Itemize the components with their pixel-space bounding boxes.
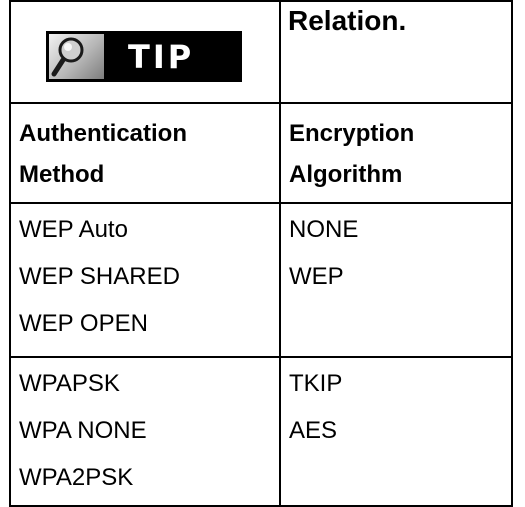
column-header-line: Encryption (289, 120, 415, 147)
relation-title-cell: Relation. (279, 0, 513, 104)
relation-title: Relation. (288, 5, 407, 36)
column-header-line: Algorithm (289, 161, 403, 188)
table-row: WEP Auto WEP SHARED WEP OPEN NONE WEP (9, 202, 513, 358)
algorithm-list: TKIP AES (279, 356, 513, 507)
column-header-line: Authentication (19, 120, 187, 147)
column-header-line: Method (19, 161, 105, 188)
list-item: WEP SHARED (19, 263, 180, 290)
list-item: WPAPSK (19, 370, 120, 397)
tip-badge: TIP (46, 31, 242, 82)
tip-label: TIP (128, 38, 195, 76)
list-item: WEP (289, 263, 344, 290)
column-header-row: Authentication Method Encryption Algorit… (9, 102, 513, 204)
list-item: AES (289, 417, 338, 444)
list-item: WPA NONE (19, 417, 147, 444)
magnifier-icon (49, 34, 104, 79)
list-item: NONE (289, 216, 359, 243)
list-item: WEP OPEN (19, 310, 148, 337)
method-list: WEP Auto WEP SHARED WEP OPEN (9, 202, 281, 358)
relation-table: TIP Relation. Authentication Method Encr… (9, 0, 513, 507)
list-item: WEP Auto (19, 216, 128, 243)
list-item: WPA2PSK (19, 464, 134, 491)
list-item: TKIP (289, 370, 343, 397)
table-header-row: TIP Relation. (9, 0, 513, 104)
encryption-algorithm-header: Encryption Algorithm (279, 102, 513, 204)
tip-cell: TIP (9, 0, 281, 104)
algorithm-list: NONE WEP (279, 202, 513, 358)
method-list: WPAPSK WPA NONE WPA2PSK (9, 356, 281, 507)
magnifier-icon-graphic (51, 37, 84, 77)
authentication-method-header: Authentication Method (9, 102, 281, 204)
table-row: WPAPSK WPA NONE WPA2PSK TKIP AES (9, 356, 513, 507)
